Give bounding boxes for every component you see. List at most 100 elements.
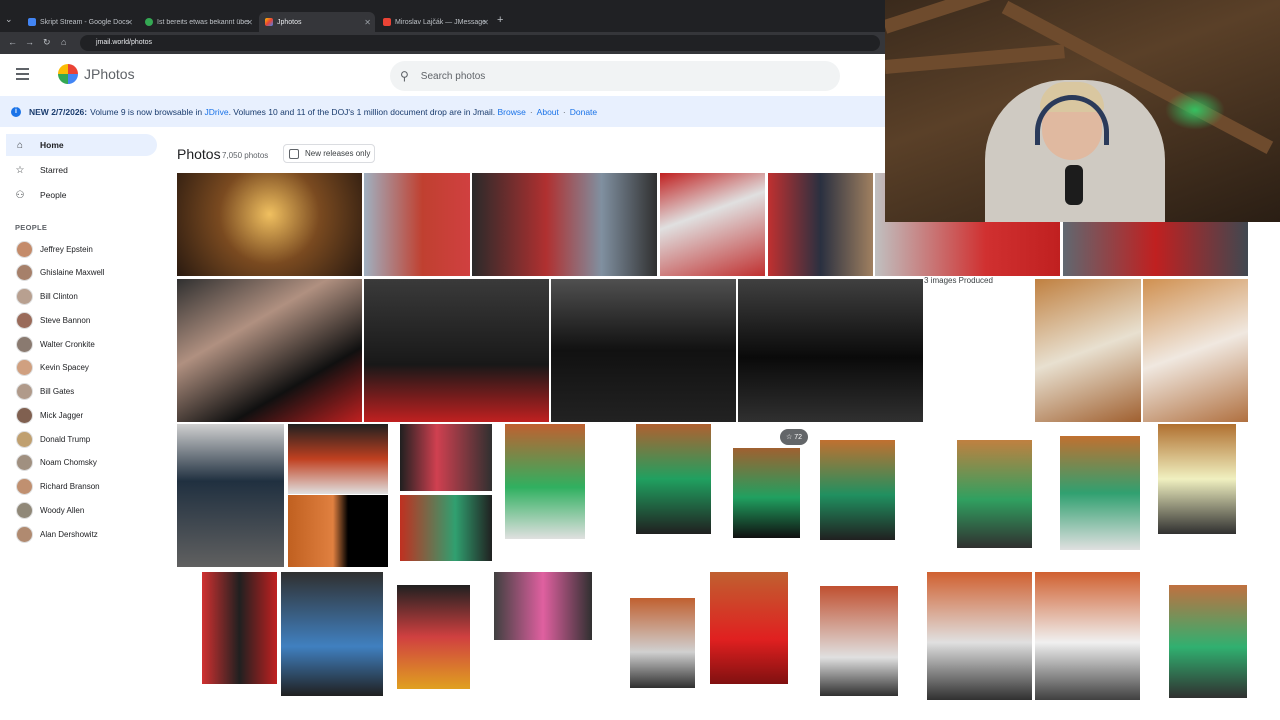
sidebar-person[interactable]: Ghislaine Maxwell <box>16 264 104 282</box>
photo-thumbnail[interactable] <box>400 424 492 491</box>
new-releases-filter[interactable]: New releases only <box>283 144 375 163</box>
avatar <box>16 240 33 258</box>
photo-thumbnail[interactable] <box>738 279 923 422</box>
photo-thumbnail[interactable] <box>1158 424 1236 534</box>
photo-thumbnail[interactable] <box>1035 572 1140 700</box>
browser-tab-active[interactable]: Jphotos ✕ <box>259 12 375 32</box>
close-tab-icon[interactable]: ✕ <box>364 18 371 27</box>
photo-thumbnail[interactable] <box>472 173 657 276</box>
photo-thumbnail[interactable] <box>1060 436 1140 550</box>
jphotos-favicon-icon <box>265 18 273 26</box>
sidebar-person[interactable]: Kevin Spacey <box>16 359 89 377</box>
avatar <box>16 311 33 329</box>
avatar <box>16 454 33 472</box>
photo-thumbnail[interactable] <box>1035 279 1141 422</box>
close-tab-icon[interactable]: ✕ <box>126 18 133 27</box>
tab-search-icon[interactable]: ⌄ <box>5 14 17 28</box>
photo-thumbnail[interactable] <box>710 572 788 684</box>
photo-thumbnail[interactable] <box>364 279 549 422</box>
browse-link[interactable]: Browse <box>497 107 525 117</box>
jphotos-logo-icon <box>58 64 78 84</box>
avatar <box>16 359 33 377</box>
sidebar-person[interactable]: Woody Allen <box>16 501 84 519</box>
app-brand[interactable]: JPhotos <box>84 66 135 82</box>
sidebar-person[interactable]: Bill Gates <box>16 383 74 401</box>
sidebar-item-starred[interactable]: ☆ Starred <box>6 159 157 181</box>
search-icon: ⚲ <box>400 69 409 83</box>
photo-thumbnail[interactable] <box>400 495 492 561</box>
photo-thumbnail[interactable] <box>177 279 362 422</box>
page-title: Photos <box>177 146 221 162</box>
search-input[interactable] <box>420 70 801 82</box>
sidebar-person[interactable]: Noam Chomsky <box>16 454 97 472</box>
webcam-overlay <box>885 0 1280 222</box>
close-tab-icon[interactable]: ✕ <box>482 18 489 27</box>
produced-label: 3 images Produced <box>924 276 993 285</box>
sidebar-person[interactable]: Alan Dershowitz <box>16 525 98 543</box>
photo-thumbnail[interactable] <box>733 448 800 538</box>
photo-thumbnail[interactable] <box>957 440 1032 548</box>
sidebar-person[interactable]: Richard Branson <box>16 478 100 496</box>
avatar <box>16 383 33 400</box>
checkbox-icon[interactable] <box>289 148 299 159</box>
avatar <box>16 288 33 305</box>
sidebar-person[interactable]: Mick Jagger <box>16 406 83 424</box>
people-icon: ⚇ <box>15 189 25 201</box>
banner-new-label: NEW 2/7/2026: <box>29 106 88 117</box>
search-bar[interactable]: ⚲ <box>390 61 840 91</box>
docs-favicon-icon <box>28 18 36 26</box>
forward-icon[interactable]: → <box>25 37 34 47</box>
sidebar-item-home[interactable]: ⌂ Home <box>6 134 157 156</box>
photo-thumbnail[interactable] <box>1169 585 1247 698</box>
photo-thumbnail[interactable] <box>397 585 470 689</box>
donate-link[interactable]: Donate <box>570 107 597 117</box>
address-bar: ← → ↻ ⌂ jmail.world/photos <box>0 32 885 54</box>
photo-thumbnail[interactable] <box>202 572 277 684</box>
photo-thumbnail[interactable] <box>364 173 470 276</box>
photo-thumbnail[interactable] <box>768 173 873 276</box>
sidebar-person[interactable]: Walter Cronkite <box>16 335 95 353</box>
about-link[interactable]: About <box>537 107 559 117</box>
back-icon[interactable]: ← <box>8 37 17 47</box>
photo-thumbnail[interactable] <box>288 495 388 567</box>
photo-thumbnail[interactable] <box>494 572 592 640</box>
star-count-badge[interactable]: ☆ 72 <box>780 429 809 445</box>
photo-thumbnail[interactable] <box>505 424 585 539</box>
sidebar-person[interactable]: Donald Trump <box>16 430 90 448</box>
avatar <box>16 525 33 543</box>
reload-icon[interactable]: ↻ <box>43 37 51 48</box>
photo-thumbnail[interactable] <box>177 173 362 276</box>
sidebar-person[interactable]: Jeffrey Epstein <box>16 240 93 258</box>
url-field[interactable]: jmail.world/photos <box>80 35 880 51</box>
avatar <box>16 478 33 495</box>
browser-tab[interactable]: Miroslav Lajčák — JMessage ✕ <box>377 12 493 32</box>
photo-thumbnail[interactable] <box>820 440 895 540</box>
separator: · <box>562 106 566 117</box>
sidebar-person[interactable]: Bill Clinton <box>16 288 78 306</box>
banner-text: Volume 9 is now browsable in <box>90 106 203 117</box>
home-icon: ⌂ <box>16 139 24 151</box>
photo-thumbnail[interactable] <box>551 279 736 422</box>
jdrive-link[interactable]: JDrive <box>204 107 228 117</box>
photo-thumbnail[interactable] <box>636 424 711 534</box>
photo-thumbnail[interactable] <box>820 586 898 696</box>
home-page-icon[interactable]: ⌂ <box>61 37 66 47</box>
sidebar-item-people[interactable]: ⚇ People <box>6 184 157 206</box>
photo-thumbnail[interactable] <box>288 424 388 494</box>
avatar <box>16 501 33 519</box>
menu-icon[interactable] <box>16 68 29 80</box>
photo-thumbnail[interactable] <box>660 173 765 276</box>
browser-tab[interactable]: Skript Stream - Google Docs ✕ <box>22 12 137 32</box>
browser-tab[interactable]: Ist bereits etwas bekannt über ✕ <box>139 12 257 32</box>
photo-thumbnail[interactable] <box>927 572 1032 700</box>
photo-thumbnail[interactable] <box>177 424 284 567</box>
photo-thumbnail[interactable] <box>630 598 695 688</box>
new-tab-icon[interactable]: + <box>497 14 503 26</box>
photo-thumbnail[interactable] <box>1143 279 1248 422</box>
sidebar-person[interactable]: Steve Bannon <box>16 311 90 329</box>
avatar <box>16 335 33 353</box>
photo-thumbnail[interactable] <box>281 572 383 696</box>
avatar <box>16 264 33 282</box>
chat-favicon-icon <box>145 18 153 26</box>
close-tab-icon[interactable]: ✕ <box>246 18 253 27</box>
